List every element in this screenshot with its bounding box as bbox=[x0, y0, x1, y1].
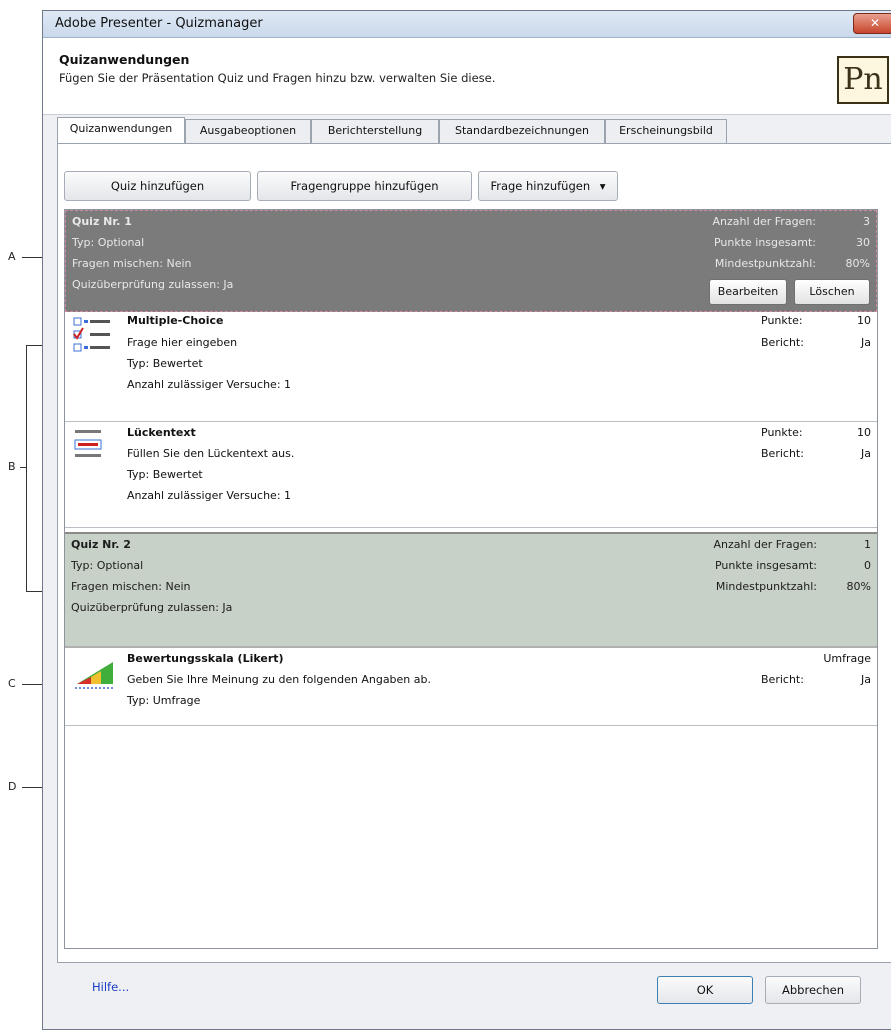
question-2-points-value: 10 bbox=[857, 426, 871, 439]
question-2-report-label: Bericht: bbox=[761, 447, 804, 460]
quiz-1-points-label: Punkte insgesamt: bbox=[713, 236, 816, 249]
quiz-2-title: Quiz Nr. 2 bbox=[71, 538, 131, 551]
quiz-2-review: Quizüberprüfung zulassen: Ja bbox=[71, 601, 233, 614]
quiz-2-count-value: 1 bbox=[864, 538, 871, 551]
help-link[interactable]: Hilfe... bbox=[92, 980, 129, 994]
survey-title: Bewertungsskala (Likert) bbox=[127, 652, 284, 665]
question-2-attempts: Anzahl zulässiger Versuche: 1 bbox=[127, 489, 292, 502]
quiz-2-min-value: 80% bbox=[846, 580, 871, 593]
close-button[interactable]: ✕ bbox=[853, 13, 891, 34]
question-likert[interactable]: Bewertungsskala (Likert) Geben Sie Ihre … bbox=[65, 646, 877, 726]
question-1-text: Frage hier eingeben bbox=[127, 336, 238, 349]
presenter-logo: Pn bbox=[837, 56, 889, 104]
survey-type: Typ: Umfrage bbox=[127, 694, 201, 707]
question-1-report-label: Bericht: bbox=[761, 336, 804, 349]
quiz-list: Quiz Nr. 1 Typ: Optional Fragen mischen:… bbox=[64, 209, 878, 949]
add-question-dropdown[interactable]: Frage hinzufügen ▾ bbox=[478, 171, 618, 201]
quiz-2-shuffle: Fragen mischen: Nein bbox=[71, 580, 191, 593]
question-2-report-value: Ja bbox=[861, 447, 871, 460]
add-question-label: Frage hinzufügen bbox=[490, 179, 591, 193]
quiz-2-count-label: Anzahl der Fragen: bbox=[713, 538, 817, 551]
tab-quizanwendungen[interactable]: Quizanwendungen bbox=[57, 117, 185, 143]
tab-berichterstellung[interactable]: Berichterstellung bbox=[311, 119, 439, 143]
quiz-applications-panel: Quiz hinzufügen Fragengruppe hinzufügen … bbox=[57, 143, 891, 963]
question-2-type: Typ: Bewertet bbox=[127, 468, 203, 481]
tab-ausgabeoptionen[interactable]: Ausgabeoptionen bbox=[185, 119, 311, 143]
quiz-1-min-value: 80% bbox=[845, 257, 870, 270]
callout-d: D bbox=[8, 780, 17, 793]
edit-quiz-button[interactable]: Bearbeiten bbox=[709, 279, 787, 305]
dialog-header: Quizanwendungen Fügen Sie der Präsentati… bbox=[43, 38, 891, 115]
title-bar[interactable]: Adobe Presenter - Quizmanager ✕ bbox=[43, 11, 891, 38]
quiz-1-review: Quizüberprüfung zulassen: Ja bbox=[72, 278, 234, 291]
quiz-1-min-label: Mindestpunktzahl: bbox=[714, 257, 816, 270]
callout-a: A bbox=[8, 250, 16, 263]
quiz-1-title: Quiz Nr. 1 bbox=[72, 215, 132, 228]
survey-text: Geben Sie Ihre Meinung zu den folgenden … bbox=[127, 673, 431, 686]
quiz-1-type: Typ: Optional bbox=[72, 236, 145, 249]
quiz-1-count-value: 3 bbox=[863, 215, 870, 228]
delete-quiz-button[interactable]: Löschen bbox=[794, 279, 870, 305]
ok-button[interactable]: OK bbox=[657, 976, 753, 1004]
quiz-2-type: Typ: Optional bbox=[71, 559, 144, 572]
survey-report-label: Bericht: bbox=[761, 673, 804, 686]
quiz-1-shuffle: Fragen mischen: Nein bbox=[72, 257, 192, 270]
question-1-title: Multiple-Choice bbox=[127, 314, 224, 327]
quiz-1-points-value: 30 bbox=[856, 236, 870, 249]
quiz-2-points-label: Punkte insgesamt: bbox=[714, 559, 817, 572]
quiz-2-header[interactable]: Quiz Nr. 2 Typ: Optional Fragen mischen:… bbox=[65, 532, 877, 646]
tab-standardbezeichnungen[interactable]: Standardbezeichnungen bbox=[439, 119, 605, 143]
window-title: Adobe Presenter - Quizmanager bbox=[55, 16, 263, 31]
fill-in-blank-icon bbox=[74, 430, 102, 457]
header-title: Quizanwendungen bbox=[59, 52, 190, 67]
question-cloze[interactable]: Lückentext Füllen Sie den Lückentext aus… bbox=[65, 422, 877, 528]
header-subtitle: Fügen Sie der Präsentation Quiz und Frag… bbox=[59, 71, 496, 85]
question-1-attempts: Anzahl zulässiger Versuche: 1 bbox=[127, 378, 292, 391]
likert-scale-icon bbox=[75, 662, 115, 689]
question-1-points-value: 10 bbox=[857, 314, 871, 327]
survey-kind: Umfrage bbox=[823, 652, 871, 665]
callout-b: B bbox=[8, 460, 16, 473]
chevron-down-icon: ▾ bbox=[599, 179, 606, 193]
question-2-text: Füllen Sie den Lückentext aus. bbox=[127, 447, 295, 460]
question-1-points-label: Punkte: bbox=[761, 314, 803, 327]
quiz-2-points-value: 0 bbox=[864, 559, 871, 572]
quiz-2-min-label: Mindestpunktzahl: bbox=[715, 580, 817, 593]
quiz-1-header[interactable]: Quiz Nr. 1 Typ: Optional Fragen mischen:… bbox=[65, 210, 877, 312]
cancel-button[interactable]: Abbrechen bbox=[765, 976, 861, 1004]
tab-erscheinungsbild[interactable]: Erscheinungsbild bbox=[605, 119, 727, 143]
quiz-1-count-label: Anzahl der Fragen: bbox=[712, 215, 816, 228]
add-quiz-button[interactable]: Quiz hinzufügen bbox=[64, 171, 251, 201]
callout-b-line bbox=[20, 467, 26, 468]
question-2-points-label: Punkte: bbox=[761, 426, 803, 439]
add-question-group-button[interactable]: Fragengruppe hinzufügen bbox=[257, 171, 472, 201]
question-2-title: Lückentext bbox=[127, 426, 196, 439]
question-1-type: Typ: Bewertet bbox=[127, 357, 203, 370]
callout-c: C bbox=[8, 677, 16, 690]
question-1-report-value: Ja bbox=[861, 336, 871, 349]
close-icon: ✕ bbox=[869, 16, 881, 30]
quiz-manager-window: Adobe Presenter - Quizmanager ✕ Quizanwe… bbox=[42, 10, 891, 1030]
question-multiple-choice[interactable]: Multiple-Choice Frage hier eingeben Typ:… bbox=[65, 312, 877, 422]
survey-report-value: Ja bbox=[861, 673, 871, 686]
multiple-choice-icon bbox=[73, 317, 110, 352]
